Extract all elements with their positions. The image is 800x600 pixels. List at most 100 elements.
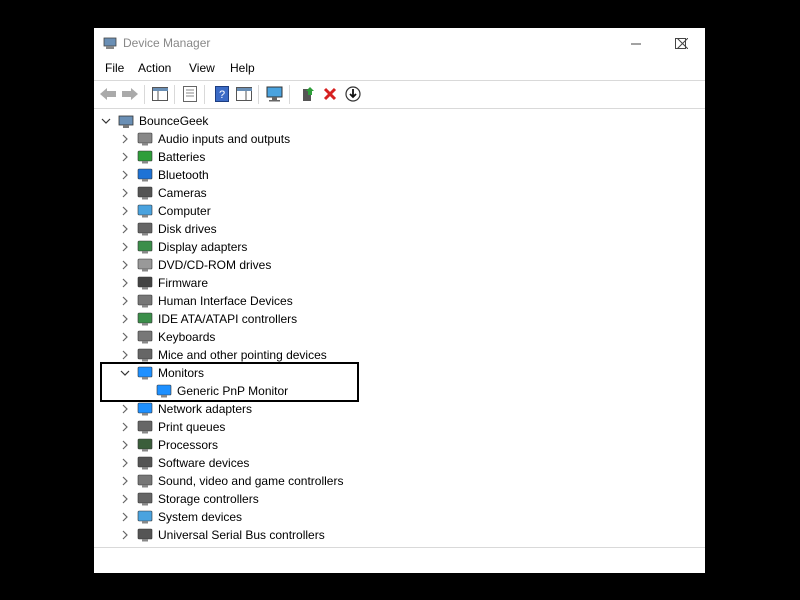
tree-item-keyboard[interactable]: Keyboards <box>96 328 696 346</box>
minimize-icon <box>630 43 641 44</box>
tree-item-sound[interactable]: Sound, video and game controllers <box>96 472 696 490</box>
bluetooth-icon <box>137 168 153 182</box>
storage-controller-icon <box>137 492 153 506</box>
chevron-right-icon[interactable] <box>120 314 130 324</box>
tree-item-system-device[interactable]: System devices <box>96 508 696 526</box>
chevron-right-icon[interactable] <box>120 242 130 252</box>
tree-item-usb[interactable]: Universal Serial Bus controllers <box>96 526 696 544</box>
chevron-right-icon[interactable] <box>120 152 130 162</box>
chevron-right-icon[interactable] <box>120 458 130 468</box>
tree-item-display-adapter[interactable]: Display adapters <box>96 238 696 256</box>
monitors-highlight-box <box>100 362 359 402</box>
uninstall-device-icon <box>323 87 337 101</box>
hid-icon <box>137 294 153 308</box>
chevron-right-icon[interactable] <box>120 296 130 306</box>
tree-item-hid[interactable]: Human Interface Devices <box>96 292 696 310</box>
chevron-right-icon[interactable] <box>120 224 130 234</box>
tree-item-label: Audio inputs and outputs <box>158 132 291 146</box>
chevron-right-icon[interactable] <box>120 494 130 504</box>
chevron-right-icon[interactable] <box>120 170 130 180</box>
chevron-right-icon[interactable] <box>120 188 130 198</box>
device-tree: BounceGeek Audio inputs and outputs Batte… <box>96 110 701 544</box>
forward-button[interactable] <box>120 85 140 103</box>
tree-item-label: Firmware <box>158 276 208 290</box>
tree-item-label: Human Interface Devices <box>158 294 293 308</box>
computer-icon <box>118 115 134 128</box>
firmware-icon <box>137 276 153 290</box>
tree-item-label: Sound, video and game controllers <box>158 474 344 488</box>
tree-item-label: Cameras <box>158 186 207 200</box>
tree-item-ide-controller[interactable]: IDE ATA/ATAPI controllers <box>96 310 696 328</box>
ide-controller-icon <box>137 312 153 326</box>
update-driver-button[interactable] <box>298 85 318 103</box>
chevron-right-icon[interactable] <box>120 206 130 216</box>
title-bar[interactable]: Device Manager <box>94 28 705 58</box>
menu-file[interactable]: File <box>103 61 126 75</box>
battery-icon <box>137 150 153 164</box>
menu-action[interactable]: Action <box>136 61 173 75</box>
menu-help[interactable]: Help <box>228 61 257 75</box>
chevron-right-icon[interactable] <box>120 530 130 540</box>
tree-item-label: Universal Serial Bus controllers <box>158 528 325 542</box>
tree-item-printer[interactable]: Print queues <box>96 418 696 436</box>
tree-item-label: Display adapters <box>158 240 248 254</box>
back-button[interactable] <box>98 85 118 103</box>
tree-item-label: DVD/CD-ROM drives <box>158 258 272 272</box>
show-hide-console-tree-icon <box>152 87 168 101</box>
uninstall-device-button[interactable] <box>320 85 340 103</box>
processor-icon <box>137 438 153 452</box>
chevron-right-icon[interactable] <box>120 422 130 432</box>
tree-item-computer[interactable]: Computer <box>96 202 696 220</box>
chevron-right-icon[interactable] <box>120 260 130 270</box>
disable-device-icon <box>345 86 361 102</box>
display-adapter-icon <box>137 240 153 254</box>
help-button[interactable]: ? <box>212 85 232 103</box>
toolbar: ? <box>94 80 705 109</box>
horizontal-scrollbar-area <box>94 547 705 574</box>
close-button[interactable] <box>659 28 705 58</box>
chevron-right-icon[interactable] <box>120 134 130 144</box>
tree-item-label: Processors <box>158 438 219 452</box>
software-device-icon <box>137 456 153 470</box>
chevron-right-icon[interactable] <box>120 440 130 450</box>
tree-item-speaker[interactable]: Audio inputs and outputs <box>96 130 696 148</box>
network-adapter-icon <box>137 402 153 416</box>
action-pane-button[interactable] <box>234 85 254 103</box>
show-hide-console-tree-button[interactable] <box>150 85 170 103</box>
update-driver-icon <box>303 87 314 101</box>
action-pane-icon <box>236 87 252 101</box>
disable-device-button[interactable] <box>343 85 363 103</box>
usb-icon <box>137 528 153 542</box>
device-manager-icon <box>103 37 117 49</box>
printer-icon <box>137 420 153 434</box>
window-title: Device Manager <box>123 36 211 50</box>
minimize-button[interactable] <box>613 28 659 58</box>
scan-hardware-button[interactable] <box>265 85 285 103</box>
forward-arrow-icon <box>122 88 138 100</box>
tree-item-processor[interactable]: Processors <box>96 436 696 454</box>
chevron-right-icon[interactable] <box>120 350 130 360</box>
chevron-right-icon[interactable] <box>120 512 130 522</box>
tree-item-software-device[interactable]: Software devices <box>96 454 696 472</box>
tree-item-bluetooth[interactable]: Bluetooth <box>96 166 696 184</box>
tree-item-label: Batteries <box>158 150 206 164</box>
properties-button[interactable] <box>180 85 200 103</box>
chevron-right-icon[interactable] <box>120 278 130 288</box>
menu-view[interactable]: View <box>187 61 217 75</box>
chevron-right-icon[interactable] <box>120 332 130 342</box>
chevron-right-icon[interactable] <box>120 476 130 486</box>
tree-item-storage-controller[interactable]: Storage controllers <box>96 490 696 508</box>
close-icon <box>676 37 688 49</box>
disk-drive-icon <box>137 222 153 236</box>
chevron-down-icon[interactable] <box>101 116 111 126</box>
tree-item-label: System devices <box>158 510 243 524</box>
chevron-right-icon[interactable] <box>120 404 130 414</box>
tree-item-battery[interactable]: Batteries <box>96 148 696 166</box>
tree-item-dvd-drive[interactable]: DVD/CD-ROM drives <box>96 256 696 274</box>
tree-item-disk-drive[interactable]: Disk drives <box>96 220 696 238</box>
tree-item-firmware[interactable]: Firmware <box>96 274 696 292</box>
tree-root[interactable]: BounceGeek <box>96 112 696 130</box>
tree-item-label: Bluetooth <box>158 168 209 182</box>
tree-item-camera[interactable]: Cameras <box>96 184 696 202</box>
tree-item-network-adapter[interactable]: Network adapters <box>96 400 696 418</box>
